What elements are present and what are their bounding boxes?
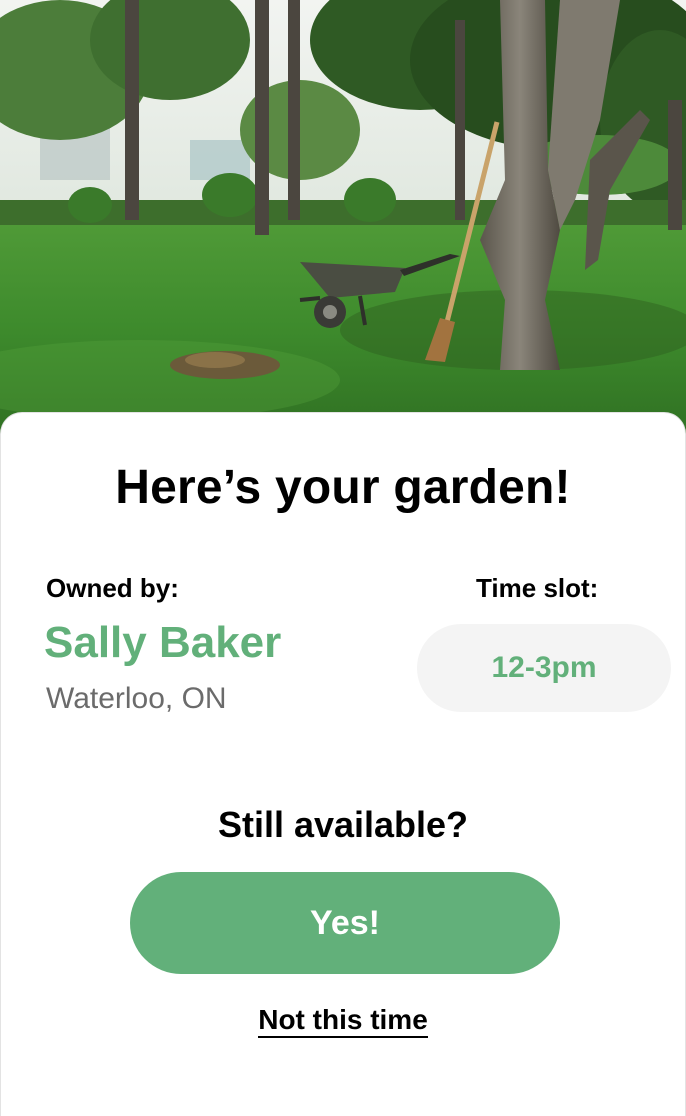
owner-location: Waterloo, ON: [46, 682, 227, 715]
garden-illustration: [0, 0, 686, 440]
page-title: Here’s your garden!: [115, 461, 571, 514]
time-slot-label: Time slot:: [476, 573, 599, 603]
decline-container: Not this time: [0, 1002, 686, 1043]
time-slot-pill: 12-3pm: [417, 624, 671, 712]
confirm-button[interactable]: Yes!: [130, 872, 560, 974]
decline-link[interactable]: Not this time: [258, 1004, 428, 1038]
owner-name: Sally Baker: [44, 618, 282, 667]
availability-question: Still available?: [217, 804, 469, 845]
time-slot-value: 12-3pm: [491, 651, 597, 684]
garden-photo: [0, 0, 686, 440]
distant-building: [190, 140, 250, 180]
owner-label: Owned by:: [46, 573, 179, 603]
